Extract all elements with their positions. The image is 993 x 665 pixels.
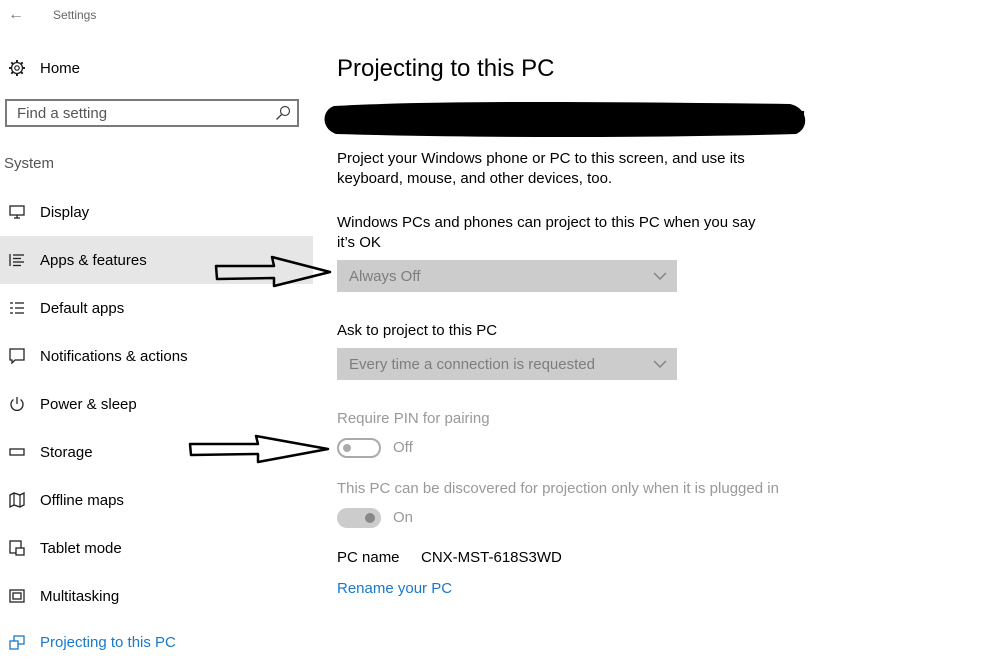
sidebar-item-offline-maps[interactable]: Offline maps [0,476,313,524]
plugged-label: This PC can be discovered for projection… [337,480,779,497]
rename-pc-link[interactable]: Rename your PC [337,580,452,597]
dropdown-value: Every time a connection is requested [349,355,595,373]
plugged-toggle[interactable] [337,508,381,528]
multitasking-icon [8,587,26,605]
sidebar-item-label: Display [40,203,90,221]
sidebar-item-label: Apps & features [40,251,147,269]
search-box[interactable] [5,99,299,127]
toggle-knob [365,513,375,523]
sidebar-item-label: Storage [40,443,93,461]
monitor-icon [8,203,26,221]
pc-name-label: PC name [337,549,400,566]
pin-toggle-state: Off [393,439,413,456]
annotation-arrow-icon [188,434,330,464]
description-text: Project your Windows phone or PC to this… [337,150,745,187]
gear-icon [9,60,25,76]
toggle-knob [343,444,351,452]
search-icon[interactable] [275,105,291,121]
project-permission-dropdown[interactable]: Always Off [337,260,677,292]
sidebar-item-label: Tablet mode [40,539,122,557]
dropdown-value: Always Off [349,267,421,285]
sidebar-item-label: Power & sleep [40,395,137,413]
sidebar-item-multitasking[interactable]: Multitasking [0,572,313,620]
section-label: System [4,155,55,172]
sidebar-item-label: Projecting to this PC [40,634,176,651]
plugged-toggle-state: On [393,509,414,526]
page-title: Projecting to this PC [337,55,555,82]
tablet-icon [8,539,26,557]
project-label: Windows PCs and phones can project to th… [337,214,756,251]
sidebar-item-tablet-mode[interactable]: Tablet mode [0,524,313,572]
power-icon [8,395,26,413]
sidebar-home[interactable]: Home [8,58,80,78]
list-icon [8,251,26,269]
sidebar-item-power-sleep[interactable]: Power & sleep [0,380,313,428]
sidebar-item-label: Default apps [40,299,125,317]
back-arrow-icon[interactable]: ← [8,6,26,24]
sidebar-item-label: Offline maps [40,491,124,509]
ask-label: Ask to project to this PC [337,322,498,339]
ask-project-dropdown[interactable]: Every time a connection is requested [337,348,677,380]
app-title: Settings [53,8,97,22]
notification-icon [8,347,26,365]
sidebar-item-default-apps[interactable]: Default apps [0,284,313,332]
map-icon [8,491,26,509]
sidebar-item-label: Multitasking [40,587,120,605]
pin-toggle[interactable] [337,438,381,458]
search-input[interactable] [7,101,267,125]
chevron-down-icon [653,272,667,280]
sidebar-item-display[interactable]: Display [0,188,313,236]
pin-label: Require PIN for pairing [337,410,490,427]
sidebar-item-label: Notifications & actions [40,347,188,365]
home-label: Home [40,59,81,77]
chevron-down-icon [653,360,667,368]
default-apps-icon [8,299,26,317]
sidebar-item-projecting[interactable]: Projecting to this PC [0,620,313,665]
redaction-scribble [324,102,806,137]
annotation-arrow-icon [214,255,332,288]
storage-icon [8,443,26,461]
sidebar-item-notifications[interactable]: Notifications & actions [0,332,313,380]
pc-name-value: CNX-MST-618S3WD [421,549,562,566]
projecting-icon [8,634,26,652]
